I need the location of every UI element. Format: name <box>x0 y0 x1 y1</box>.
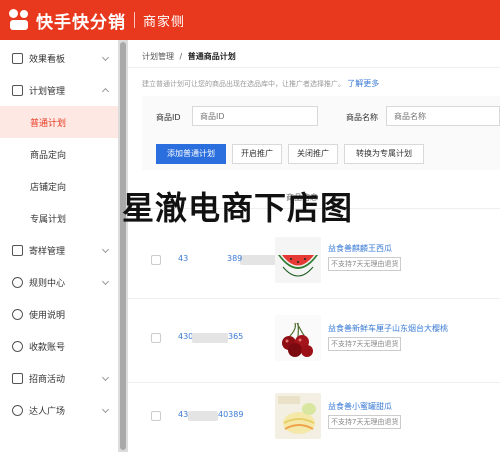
info-tip: 建立普通计划可让您的商品出现在选品库中，让推广者选择推广。 了解更多 <box>142 78 379 89</box>
table-row: 430 365 益食善新鲜车厘子山东烟台大樱桃 不支持7天无理由退货 <box>128 298 500 382</box>
send-icon <box>12 244 23 256</box>
chevron-up-icon <box>101 87 110 96</box>
product-thumbnail <box>275 315 321 361</box>
breadcrumb-separator: / <box>179 52 183 61</box>
row-checkbox[interactable] <box>151 255 161 265</box>
table-row: 43 40389 益食善小蜜罐甜瓜 不支持7天无理由退货 <box>128 382 500 452</box>
chevron-down-icon <box>101 53 110 62</box>
return-policy-tag: 不支持7天无理由退货 <box>328 337 402 351</box>
sidebar-item-recruitment[interactable]: 招商活动 <box>0 362 118 394</box>
product-name-link[interactable]: 益食善新鲜车厘子山东烟台大樱桃 <box>328 323 448 334</box>
sidebar-item-label: 计划管理 <box>29 86 66 97</box>
sidebar-item-label: 达人广场 <box>29 406 66 417</box>
product-id-prefix: 430 <box>178 332 194 341</box>
convert-exclusive-button[interactable]: 转换为专属计划 <box>344 144 424 164</box>
sidebar-item-label: 效果看板 <box>29 54 66 65</box>
chart-icon <box>12 52 23 64</box>
sidebar-item-instructions[interactable]: 使用说明 <box>0 298 118 330</box>
document-icon <box>12 84 23 96</box>
product-id-suffix: 40389 <box>218 410 244 419</box>
sidebar-item-sample-management[interactable]: 寄样管理 <box>0 234 118 266</box>
main-content: 计划管理 / 普通商品计划 建立普通计划可让您的商品出现在选品库中，让推广者选择… <box>128 40 500 452</box>
breadcrumb: 计划管理 / 普通商品计划 <box>142 51 236 62</box>
enable-promotion-button[interactable]: 开启推广 <box>232 144 282 164</box>
user-icon <box>12 404 23 416</box>
sidebar-subitem-normal-plan[interactable]: 普通计划 <box>0 106 118 138</box>
chevron-down-icon <box>101 405 110 414</box>
product-thumbnail <box>275 237 321 283</box>
product-thumbnail <box>275 393 321 439</box>
sidebar-item-dashboard[interactable]: 效果看板 <box>0 42 118 74</box>
rules-icon <box>12 276 23 288</box>
chevron-down-icon <box>101 373 110 382</box>
brand-title: 快手快分销 <box>36 12 126 33</box>
product-id: 43 389 <box>178 254 286 265</box>
sidebar-subitem-product-targeting[interactable]: 商品定向 <box>0 138 118 170</box>
sidebar: 效果看板 计划管理 普通计划 商品定向 店铺定向 专属计划 寄样管理 规则中心 … <box>0 40 118 452</box>
product-id-suffix: 389 <box>227 254 243 263</box>
brand-subtitle: 商家侧 <box>143 14 186 30</box>
learn-more-link[interactable]: 了解更多 <box>347 79 379 88</box>
product-name-link[interactable]: 益食善麒麟王西瓜 <box>328 243 392 254</box>
kuaishou-logo-icon <box>8 9 30 31</box>
wallet-icon <box>12 340 23 352</box>
product-name-input[interactable] <box>386 106 500 126</box>
product-id: 43 40389 <box>178 410 243 421</box>
melon-image <box>275 393 321 439</box>
product-id-prefix: 43 <box>178 410 189 419</box>
breadcrumb-current: 普通商品计划 <box>187 52 236 61</box>
breadcrumb-parent[interactable]: 计划管理 <box>142 52 174 61</box>
scrollbar-thumb[interactable] <box>120 42 126 450</box>
product-name-label: 商品名称 <box>346 113 378 122</box>
sidebar-item-payment-account[interactable]: 收款账号 <box>0 330 118 362</box>
divider <box>128 67 500 68</box>
product-id-suffix: 365 <box>228 332 244 341</box>
brand-divider <box>134 12 135 28</box>
sidebar-item-plan-management[interactable]: 计划管理 <box>0 74 118 106</box>
sidebar-item-influencer-square[interactable]: 达人广场 <box>0 394 118 426</box>
sidebar-subitem-exclusive-plan[interactable]: 专属计划 <box>0 202 118 234</box>
row-checkbox[interactable] <box>151 333 161 343</box>
watermelon-image <box>275 237 321 283</box>
return-policy-tag: 不支持7天无理由退货 <box>328 415 402 429</box>
watermark-overlay: 星澈电商下店图 <box>122 189 354 227</box>
sidebar-item-label: 收款账号 <box>29 342 66 353</box>
sidebar-scrollbar[interactable] <box>118 40 128 452</box>
product-id-prefix: 43 <box>178 254 189 263</box>
product-id: 430 365 <box>178 332 243 343</box>
sidebar-item-rules-center[interactable]: 规则中心 <box>0 266 118 298</box>
chevron-down-icon <box>101 245 110 254</box>
product-id-input[interactable] <box>192 106 318 126</box>
cherries-image <box>275 315 321 361</box>
redacted-id <box>188 411 218 421</box>
chevron-down-icon <box>101 277 110 286</box>
top-bar: 快手快分销 商家侧 <box>0 0 500 40</box>
sidebar-item-label: 使用说明 <box>29 310 66 321</box>
sidebar-subitem-store-targeting[interactable]: 店铺定向 <box>0 170 118 202</box>
sidebar-item-label: 寄样管理 <box>29 246 66 257</box>
row-checkbox[interactable] <box>151 411 161 421</box>
return-policy-tag: 不支持7天无理由退货 <box>328 257 402 271</box>
product-name-link[interactable]: 益食善小蜜罐甜瓜 <box>328 401 392 412</box>
filter-area: 商品ID 商品名称 添加普通计划 开启推广 关闭推广 转换为专属计划 <box>142 96 500 170</box>
product-id-label: 商品ID <box>156 113 181 122</box>
redacted-id <box>192 333 228 343</box>
tip-text: 建立普通计划可让您的商品出现在选品库中，让推广者选择推广。 <box>142 80 345 88</box>
help-icon <box>12 308 23 320</box>
sidebar-item-label: 招商活动 <box>29 374 66 385</box>
disable-promotion-button[interactable]: 关闭推广 <box>288 144 338 164</box>
add-normal-plan-button[interactable]: 添加普通计划 <box>156 144 226 164</box>
calendar-icon <box>12 372 23 384</box>
sidebar-item-label: 规则中心 <box>29 278 66 289</box>
